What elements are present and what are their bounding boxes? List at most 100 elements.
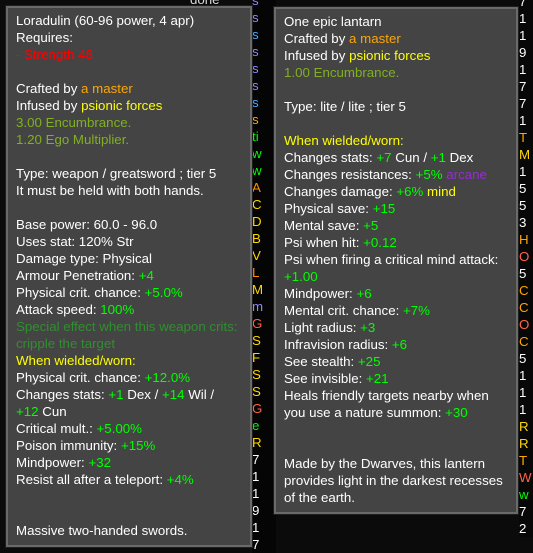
changes-stats-label: Changes stats: <box>16 387 109 402</box>
crafted-by-line: Crafted by a master <box>284 30 508 47</box>
changes-stats: Changes stats: +7 Cun / +1 Dex <box>284 149 508 166</box>
background-log-glyph: 1 <box>519 11 527 26</box>
light-radius: Light radius: +3 <box>284 319 508 336</box>
stat-cun-name: Cun <box>38 404 67 419</box>
item-type: Type: weapon / greatsword ; tier 5 <box>16 166 217 181</box>
physical-crit-label: Physical crit. chance: <box>16 285 145 300</box>
stat-dex-name: Dex / <box>123 387 162 402</box>
background-log-glyph: s <box>252 112 259 127</box>
background-log-text: done <box>190 0 250 5</box>
background-log-glyph: 1 <box>519 62 527 77</box>
item-tooltip-weapon: Loradulin (60-96 power, 4 apr) Requires:… <box>6 6 252 547</box>
background-log-glyph: 2 <box>519 521 527 536</box>
stat-cun-value: +12 <box>16 404 39 419</box>
background-log-glyph: 7 <box>519 0 527 9</box>
changes-damage: Changes damage: +6% mind <box>284 183 508 200</box>
item-tooltip-lantern: One epic lantarn Crafted by a master Inf… <box>274 7 518 514</box>
poison-immunity-label: Poison immunity: <box>16 438 121 453</box>
background-log-glyph: 1 <box>519 164 527 179</box>
see-stealth: See stealth: +25 <box>284 353 508 370</box>
mental-crit-chance: Mental crit. chance: +7% <box>284 302 508 319</box>
background-log-glyph: 1 <box>252 520 260 535</box>
background-log-glyph: 9 <box>519 45 527 60</box>
mental-crit-value: +7% <box>402 303 430 318</box>
infused-by-value: psionic forces <box>349 48 431 63</box>
background-log-glyph: B <box>252 231 261 246</box>
crafted-by-value: a master <box>81 81 133 96</box>
background-log-glyph: 5 <box>519 198 527 213</box>
mental-save-label: Mental save: <box>284 218 364 233</box>
psi-when-hit-value: +0.12 <box>363 235 397 250</box>
background-log-glyph: 1 <box>519 28 527 43</box>
crafted-by-value: a master <box>349 31 401 46</box>
physical-save: Physical save: +15 <box>284 200 508 217</box>
background-log-top: done <box>190 0 250 5</box>
background-log-glyph: C <box>519 334 529 349</box>
see-invisible-label: See invisible: <box>284 371 367 386</box>
attack-speed-label: Attack speed: <box>16 302 101 317</box>
physical-crit-value: +5.0% <box>144 285 183 300</box>
background-log-glyph: 1 <box>519 368 527 383</box>
changes-stats-line-2: +12 Cun <box>16 403 242 420</box>
background-log-glyph: 1 <box>519 113 527 128</box>
background-log-glyph: 7 <box>252 452 260 467</box>
background-log-glyph: H <box>519 232 529 247</box>
background-log-glyph: s <box>252 0 259 8</box>
background-log-glyph: s <box>252 44 259 59</box>
background-log-glyph: C <box>519 283 529 298</box>
poison-immunity: Poison immunity: +15% <box>16 437 242 454</box>
psi-when-hit: Psi when hit: +0.12 <box>284 234 508 251</box>
background-log-glyph: G <box>252 316 263 331</box>
stat-cun-value: +7 <box>376 150 392 165</box>
background-log-glyph: S <box>252 333 261 348</box>
background-log-glyph: 1 <box>252 469 260 484</box>
background-log-glyph: s <box>252 10 259 25</box>
heals-value: +30 <box>445 405 468 420</box>
infused-by-line: Infused by psionic forces <box>284 47 508 64</box>
background-log-glyph: R <box>252 435 262 450</box>
background-log-glyph: w <box>519 487 529 502</box>
infused-by-prefix: Infused by <box>284 48 350 63</box>
background-log-glyph: 1 <box>519 385 527 400</box>
background-log-glyph: 7 <box>519 96 527 111</box>
ego-multiplier: 1.20 Ego Multiplier. <box>16 132 130 147</box>
background-log-glyph: M <box>252 282 264 297</box>
background-log-glyph: V <box>252 248 261 263</box>
background-log-glyph: A <box>252 180 261 195</box>
hands-requirement: It must be held with both hands. <box>16 183 204 198</box>
background-log-glyph: L <box>252 265 260 280</box>
resist-after-teleport-value: +4% <box>166 472 194 487</box>
background-log-glyph: s <box>252 27 259 42</box>
critical-mult-label: Critical mult.: <box>16 421 97 436</box>
crafted-by-line: Crafted by a master <box>16 80 242 97</box>
see-stealth-value: +25 <box>357 354 381 369</box>
background-log-glyph: 5 <box>519 181 527 196</box>
background-log-glyph: 1 <box>519 402 527 417</box>
physical-crit-chance: Physical crit. chance: +5.0% <box>16 284 242 301</box>
requires-label: Requires: <box>16 30 73 45</box>
resistances-value: +5% <box>415 167 443 182</box>
background-log-glyph: 7 <box>519 504 527 519</box>
stat-cun-name: Cun / <box>391 150 431 165</box>
mental-crit-label: Mental crit. chance: <box>284 303 403 318</box>
encumbrance: 3.00 Encumbrance. <box>16 115 132 130</box>
infravision-radius: Infravision radius: +6 <box>284 336 508 353</box>
stat-dex-name: Dex <box>445 150 474 165</box>
infused-by-value: psionic forces <box>81 98 163 113</box>
background-log-glyph: e <box>252 418 260 433</box>
background-log-glyph: 7 <box>252 537 260 552</box>
background-log-glyph: M <box>519 147 531 162</box>
damage-type: mind <box>423 184 456 199</box>
infused-by-line: Infused by psionic forces <box>16 97 242 114</box>
background-log-glyph: O <box>519 249 530 264</box>
stat-dex-value: +1 <box>430 150 446 165</box>
resist-after-teleport-label: Resist all after a teleport: <box>16 472 167 487</box>
mental-save: Mental save: +5 <box>284 217 508 234</box>
crafted-by-prefix: Crafted by <box>16 81 82 96</box>
heals-nature-summon: Heals friendly targets nearby when you u… <box>284 387 508 421</box>
